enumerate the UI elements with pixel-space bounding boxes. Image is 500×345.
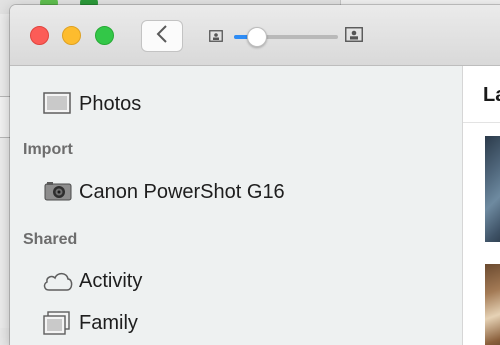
sidebar-item-camera[interactable]: Canon PowerShot G16 (10, 176, 462, 208)
section-header-shared: Shared (23, 231, 78, 248)
large-thumbnail-icon (345, 27, 363, 47)
close-button[interactable] (30, 26, 49, 45)
sidebar-item-label: Canon PowerShot G16 (79, 180, 285, 203)
content-area: La (463, 66, 500, 345)
zoom-slider[interactable] (234, 27, 338, 47)
photo-thumbnail[interactable] (485, 264, 500, 345)
content-header: La (463, 66, 500, 123)
sidebar-item-label: Photos (79, 92, 142, 115)
photos-window: Photos Import Canon PowerShot G16 Shared (10, 5, 500, 345)
shared-album-icon (43, 311, 71, 342)
chevron-left-icon (155, 24, 169, 49)
small-thumbnail-icon (209, 29, 223, 47)
zoom-slider-thumb[interactable] (246, 27, 267, 47)
cloud-icon (42, 270, 74, 297)
photos-icon (43, 92, 71, 119)
minimize-button[interactable] (62, 26, 81, 45)
sidebar-item-activity[interactable]: Activity (10, 265, 462, 297)
photo-thumbnail[interactable] (485, 136, 500, 242)
sidebar-item-photos[interactable]: Photos (10, 88, 462, 120)
camera-icon (44, 181, 72, 206)
sidebar: Photos Import Canon PowerShot G16 Shared (10, 66, 462, 345)
back-button[interactable] (141, 20, 183, 52)
sidebar-item-label: Family (79, 311, 138, 334)
toolbar (10, 5, 500, 66)
sidebar-item-family[interactable]: Family (10, 307, 462, 339)
sidebar-item-label: Activity (79, 269, 143, 292)
section-header-import: Import (23, 141, 73, 158)
zoom-button[interactable] (95, 26, 114, 45)
content-title: La (483, 84, 500, 106)
